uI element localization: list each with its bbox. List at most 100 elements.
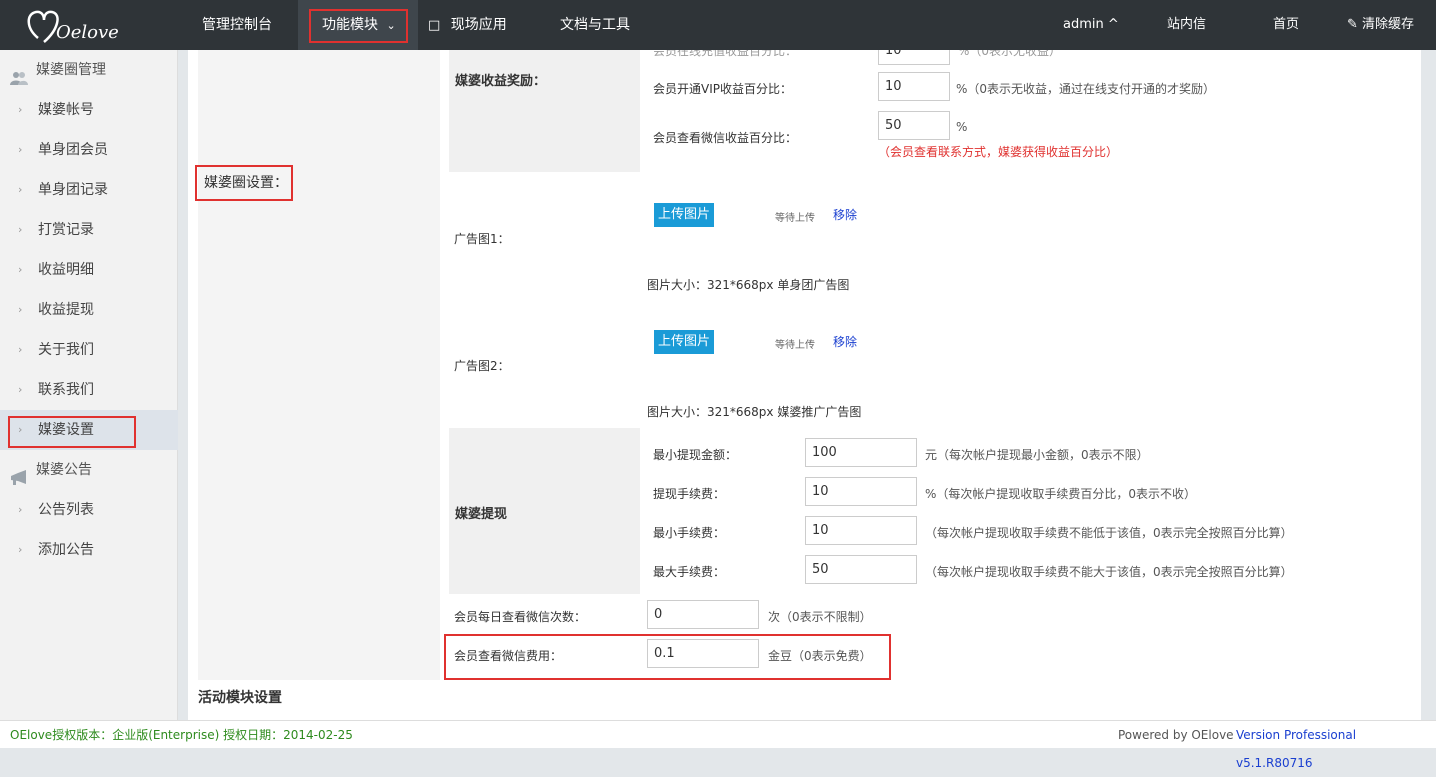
broom-icon: ✎ — [1347, 17, 1358, 32]
nav-messages[interactable]: 站内信 — [1167, 0, 1206, 50]
highlight-box-matchmaker-settings — [8, 416, 136, 448]
nav-live-apps-label: 现场应用 — [450, 17, 507, 33]
chevron-right-icon: › — [18, 183, 23, 196]
remove-link-ad2[interactable]: 移除 — [833, 333, 857, 350]
sidebar-item-singles-records[interactable]: › 单身团记录 — [0, 170, 178, 210]
chevron-right-icon: › — [18, 303, 23, 316]
min-withdraw-hint: 元（每次帐户提现最小金额，0表示不限） — [925, 448, 1149, 462]
min-withdraw-input[interactable]: 100 — [805, 438, 917, 467]
ad1-size-text: 图片大小：321*668px 单身团广告图 — [647, 278, 850, 292]
withdraw-group-label-cell: 媒婆提现 — [449, 428, 640, 594]
sidebar-item-income-withdraw[interactable]: › 收益提现 — [0, 290, 178, 330]
wechat-percent-input[interactable]: 50 — [878, 111, 950, 140]
clear-cache-label: 清除缓存 — [1362, 17, 1415, 32]
footer: OElove授权版本：企业版(Enterprise) 授权日期：2014-02-… — [0, 720, 1436, 770]
activity-module-section-title: 活动模块设置 — [198, 690, 282, 706]
wechat-percent-label: 会员查看微信收益百分比： — [653, 131, 798, 145]
main-content: 媒婆圈设置： 媒婆收益奖励： 会员在线充值收益百分比： 10 %（0表示无收益）… — [188, 50, 1421, 720]
oelove-logo[interactable]: Oelove — [24, 4, 124, 48]
user-menu-admin[interactable]: admin ^ — [1063, 0, 1119, 50]
min-fee-input[interactable]: 10 — [805, 516, 917, 545]
cube-icon: □ — [428, 18, 441, 33]
sidebar-item-contact-us[interactable]: › 联系我们 — [0, 370, 178, 410]
withdraw-fee-input[interactable]: 10 — [805, 477, 917, 506]
ad2-label: 广告图2： — [454, 359, 510, 373]
settings-label-column — [198, 50, 440, 680]
chevron-right-icon: › — [18, 223, 23, 236]
sidebar-group-label: 媒婆圈管理 — [36, 62, 106, 78]
sidebar-gutter — [178, 50, 188, 720]
license-info: OElove授权版本：企业版(Enterprise) 授权日期：2014-02-… — [10, 728, 353, 742]
reward-group-label: 媒婆收益奖励： — [455, 74, 547, 89]
megaphone-icon — [10, 462, 28, 485]
upload-status-ad1: 等待上传 — [775, 213, 815, 224]
upload-status-ad2: 等待上传 — [775, 340, 815, 351]
sidebar-item-label: 收益明细 — [38, 262, 94, 278]
recharge-percent-input[interactable]: 10 — [878, 50, 950, 65]
sidebar: 媒婆圈管理 › 媒婆帐号 › 单身团会员 › 单身团记录 › 打赏记录 › 收益明细 › 收… — [0, 50, 178, 720]
chevron-right-icon: › — [18, 143, 23, 156]
recharge-percent-hint: %（0表示无收益） — [958, 50, 1062, 58]
powered-by: Powered by OElove — [1118, 728, 1234, 742]
nav-console[interactable]: 管理控制台 — [202, 0, 272, 50]
sidebar-item-label: 公告列表 — [38, 502, 94, 518]
nav-live-apps[interactable]: □ 现场应用 — [428, 0, 507, 50]
sidebar-item-label: 单身团记录 — [38, 182, 108, 198]
sidebar-group-label: 媒婆公告 — [36, 462, 92, 478]
sidebar-item-announcement-list[interactable]: › 公告列表 — [0, 490, 178, 530]
clear-cache-button[interactable]: ✎ 清除缓存 — [1347, 0, 1414, 50]
upload-image-button-ad1[interactable]: 上传图片 — [654, 203, 714, 227]
max-fee-hint: （每次帐户提现收取手续费不能大于该值，0表示完全按照百分比算） — [925, 565, 1293, 579]
sidebar-item-label: 单身团会员 — [38, 142, 108, 158]
sidebar-item-label: 媒婆帐号 — [38, 102, 94, 118]
daily-wechat-views-label: 会员每日查看微信次数： — [454, 610, 587, 624]
sidebar-item-income-details[interactable]: › 收益明细 — [0, 250, 178, 290]
sidebar-item-label: 打赏记录 — [38, 222, 94, 238]
logo-text: Oelove — [56, 22, 119, 43]
min-withdraw-label: 最小提现金额： — [653, 448, 738, 462]
daily-wechat-views-hint: 次（0表示不限制） — [768, 610, 872, 624]
reward-group-label-cell: 媒婆收益奖励： — [449, 50, 640, 172]
sidebar-group-announcements[interactable]: 媒婆公告 — [0, 450, 178, 490]
sidebar-item-about-us[interactable]: › 关于我们 — [0, 330, 178, 370]
sidebar-item-label: 联系我们 — [38, 382, 94, 398]
right-gutter — [1421, 50, 1436, 720]
chevron-right-icon: › — [18, 263, 23, 276]
sidebar-item-label: 添加公告 — [38, 542, 94, 558]
max-fee-input[interactable]: 50 — [805, 555, 917, 584]
min-fee-hint: （每次帐户提现收取手续费不能低于该值，0表示完全按照百分比算） — [925, 526, 1293, 540]
wechat-percent-unit: % — [956, 120, 968, 134]
sidebar-item-tip-records[interactable]: › 打赏记录 — [0, 210, 178, 250]
withdraw-group-label: 媒婆提现 — [455, 507, 508, 522]
top-navigation-bar: Oelove 管理控制台 功能模块 ⌄ □ 现场应用 文档与工具 admin ^… — [0, 0, 1436, 50]
min-fee-label: 最小手续费： — [653, 526, 726, 540]
vip-percent-input[interactable]: 10 — [878, 72, 950, 101]
sidebar-group-matchmaker-circle[interactable]: 媒婆圈管理 — [0, 50, 178, 90]
remove-link-ad1[interactable]: 移除 — [833, 206, 857, 223]
vip-percent-label: 会员开通VIP收益百分比： — [653, 82, 792, 96]
recharge-percent-label: 会员在线充值收益百分比： — [653, 50, 798, 58]
users-icon — [10, 62, 28, 85]
sidebar-item-label: 关于我们 — [38, 342, 94, 358]
sidebar-item-add-announcement[interactable]: › 添加公告 — [0, 530, 178, 570]
wechat-percent-note: （会员查看联系方式，媒婆获得收益百分比） — [878, 145, 1119, 159]
sidebar-item-label: 收益提现 — [38, 302, 94, 318]
upload-image-button-ad2[interactable]: 上传图片 — [654, 330, 714, 354]
chevron-right-icon: › — [18, 543, 23, 556]
sidebar-item-matchmaker-accounts[interactable]: › 媒婆帐号 — [0, 90, 178, 130]
nav-home[interactable]: 首页 — [1273, 0, 1299, 50]
withdraw-fee-label: 提现手续费： — [653, 487, 726, 501]
chevron-right-icon: › — [18, 503, 23, 516]
highlight-box-wechat-fee — [444, 634, 891, 680]
nav-docs-tools[interactable]: 文档与工具 — [560, 0, 630, 50]
version-link[interactable]: Version Professional v5.1.R80716 — [1236, 721, 1436, 777]
highlight-box-function-modules — [309, 9, 408, 43]
chevron-right-icon: › — [18, 343, 23, 356]
ad2-size-text: 图片大小：321*668px 媒婆推广广告图 — [647, 405, 862, 419]
chevron-right-icon: › — [18, 103, 23, 116]
vip-percent-hint: %（0表示无收益，通过在线支付开通的才奖励） — [956, 82, 1216, 96]
ad1-label: 广告图1： — [454, 232, 510, 246]
daily-wechat-views-input[interactable]: 0 — [647, 600, 759, 629]
sidebar-item-singles-members[interactable]: › 单身团会员 — [0, 130, 178, 170]
max-fee-label: 最大手续费： — [653, 565, 726, 579]
